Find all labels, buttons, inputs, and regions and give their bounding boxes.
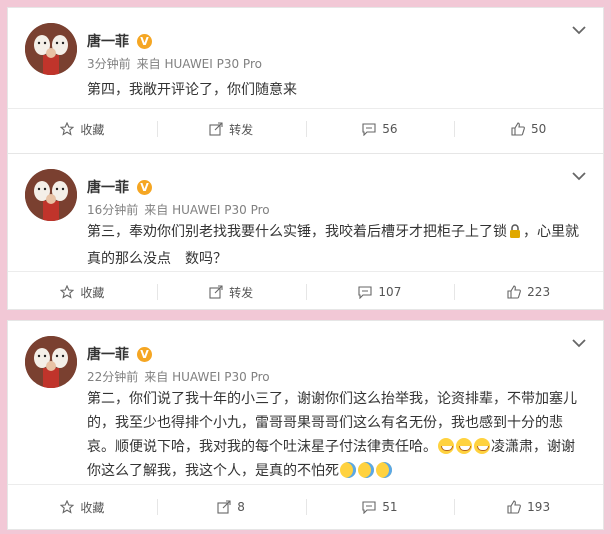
- weibo-post-1: 唐一菲 V 3分钟前 来自 HUAWEI P30 Pro 第四，我敞开评论了，你们…: [7, 7, 604, 155]
- user-name[interactable]: 唐一菲: [87, 31, 129, 51]
- repost-icon: [209, 122, 223, 136]
- like-button[interactable]: 223: [454, 275, 603, 309]
- like-count: 193: [527, 500, 551, 514]
- post-text: 第三，奉劝你们别老找我要什么实锤，我咬着后槽牙才把柜子上了锁 ，心里就 真的那么没…: [87, 220, 587, 271]
- post-text-line: 真的那么没点 数吗？: [87, 251, 227, 267]
- comment-icon: [362, 123, 376, 136]
- like-button[interactable]: 193: [454, 490, 603, 524]
- more-options-chevron-icon[interactable]: [571, 168, 587, 184]
- thumbs-up-icon: [511, 122, 525, 136]
- comment-count: 56: [382, 122, 398, 136]
- comment-button[interactable]: 56: [305, 112, 455, 146]
- star-icon: [60, 122, 75, 136]
- lock-emoji-icon: [509, 223, 521, 247]
- avatar[interactable]: [25, 336, 77, 388]
- grin-emoji-icon: [438, 438, 454, 454]
- laugh-cry-emoji-icon: [358, 462, 374, 478]
- laugh-cry-emoji-icon: [376, 462, 392, 478]
- repost-icon: [217, 500, 231, 514]
- repost-button[interactable]: 转发: [156, 275, 306, 309]
- post-text-line: 你这么了解我，我这个人，是真的不怕死: [87, 463, 339, 479]
- collect-button[interactable]: 收藏: [8, 112, 157, 146]
- star-icon: [60, 285, 75, 299]
- post-meta: 22分钟前 来自 HUAWEI P30 Pro: [87, 368, 270, 385]
- post-time[interactable]: 22分钟前: [87, 370, 138, 384]
- comment-count: 107: [378, 285, 402, 299]
- repost-button[interactable]: 8: [156, 490, 306, 524]
- laugh-cry-emoji-icon: [340, 462, 356, 478]
- weibo-post-3: 唐一菲 V 22分钟前 来自 HUAWEI P30 Pro 第二，你们说了我十年的…: [7, 320, 604, 530]
- more-options-chevron-icon[interactable]: [571, 335, 587, 351]
- repost-label: 转发: [229, 285, 254, 300]
- post-actions: 收藏 8 51 193: [8, 490, 603, 524]
- collect-label: 收藏: [80, 122, 105, 137]
- post-text-line: 第三，奉劝你们别老找我要什么实锤，我咬着后槽牙才把柜子上了锁: [87, 224, 507, 240]
- like-count: 50: [530, 122, 547, 136]
- repost-count: 8: [237, 500, 245, 514]
- collect-button[interactable]: 收藏: [8, 275, 157, 309]
- verified-badge-icon: V: [137, 33, 152, 49]
- verified-badge-icon: V: [137, 346, 152, 362]
- verified-badge-icon: V: [137, 179, 152, 195]
- post-text: 第四，我敞开评论了，你们随意来: [87, 82, 297, 98]
- like-count: 223: [527, 285, 551, 299]
- more-options-chevron-icon[interactable]: [571, 22, 587, 38]
- comment-icon: [358, 286, 372, 299]
- post-meta: 3分钟前 来自 HUAWEI P30 Pro: [87, 55, 262, 72]
- comment-button[interactable]: 107: [305, 275, 455, 309]
- repost-icon: [209, 285, 223, 299]
- post-text-line: 哀。顺便说下哈，我对我的每个吐沫星子付法律责任哈。: [87, 439, 437, 455]
- collect-label: 收藏: [80, 500, 105, 515]
- comment-button[interactable]: 51: [305, 490, 455, 524]
- comment-count: 51: [382, 500, 398, 514]
- user-name[interactable]: 唐一菲: [87, 177, 129, 197]
- divider: [8, 108, 603, 109]
- collect-label: 收藏: [80, 285, 105, 300]
- thumbs-up-icon: [507, 500, 522, 514]
- avatar[interactable]: [25, 23, 77, 75]
- post-time[interactable]: 3分钟前: [87, 57, 131, 71]
- weibo-post-2: 唐一菲 V 16分钟前 来自 HUAWEI P30 Pro 第三，奉劝你们别老找我…: [7, 153, 604, 310]
- post-source: 来自 HUAWEI P30 Pro: [136, 57, 262, 71]
- post-source: 来自 HUAWEI P30 Pro: [144, 370, 270, 384]
- star-icon: [60, 500, 75, 514]
- post-text: 第二，你们说了我十年的小三了，谢谢你们这么抬举我，论资排辈，不带加塞儿 的，我至…: [87, 387, 587, 483]
- thumbs-up-icon: [507, 285, 522, 299]
- post-actions: 收藏 转发 56 50: [8, 112, 603, 146]
- post-text-line: 凌潇肃，谢谢: [491, 439, 575, 455]
- post-time[interactable]: 16分钟前: [87, 203, 138, 217]
- like-button[interactable]: 50: [454, 112, 603, 146]
- repost-button[interactable]: 转发: [156, 112, 306, 146]
- user-name[interactable]: 唐一菲: [87, 344, 129, 364]
- divider: [8, 484, 603, 485]
- repost-label: 转发: [229, 122, 254, 137]
- grin-emoji-icon: [474, 438, 490, 454]
- avatar[interactable]: [25, 169, 77, 221]
- divider: [8, 271, 603, 272]
- collect-button[interactable]: 收藏: [8, 490, 157, 524]
- post-meta: 16分钟前 来自 HUAWEI P30 Pro: [87, 201, 270, 218]
- comment-icon: [362, 501, 376, 514]
- post-source: 来自 HUAWEI P30 Pro: [144, 203, 270, 217]
- grin-emoji-icon: [456, 438, 472, 454]
- post-actions: 收藏 转发 107 223: [8, 275, 603, 309]
- post-text-line: ，心里就: [523, 224, 579, 240]
- post-text-line: 第二，你们说了我十年的小三了，谢谢你们这么抬举我，论资排辈，不带加塞儿: [87, 391, 577, 407]
- post-text-line: 的，我至少也得排个小九，雷哥哥果哥哥们这么有名无份，我也感到十分的悲: [87, 415, 563, 431]
